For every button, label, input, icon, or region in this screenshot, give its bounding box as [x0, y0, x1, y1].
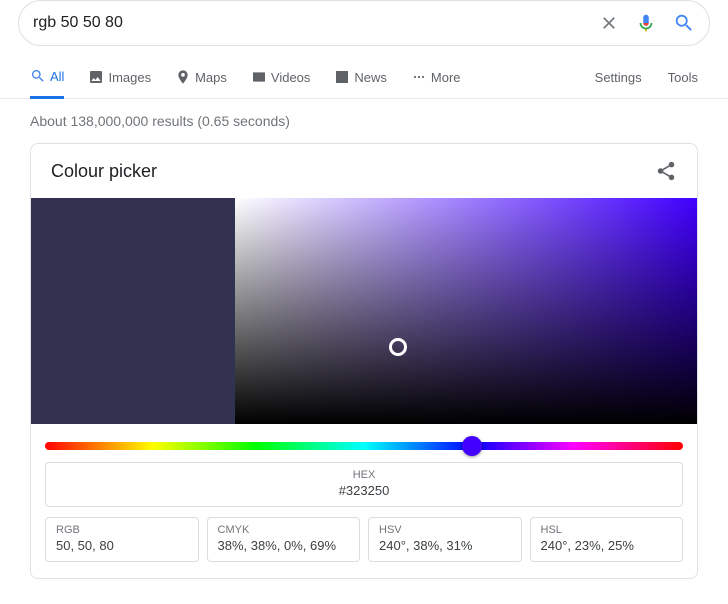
hsv-label: HSV	[379, 524, 511, 536]
images-icon	[88, 69, 104, 85]
settings-link[interactable]: Settings	[595, 70, 642, 85]
tab-more-label: More	[431, 70, 461, 85]
tabs-right: Settings Tools	[595, 70, 698, 97]
hsv-box[interactable]: HSV 240°, 38%, 31%	[368, 517, 522, 562]
tab-news-label: News	[354, 70, 387, 85]
tools-link[interactable]: Tools	[668, 70, 698, 85]
tab-all-label: All	[50, 69, 64, 84]
card-header: Colour picker	[31, 144, 697, 198]
hsl-box[interactable]: HSL 240°, 23%, 25%	[530, 517, 684, 562]
hsl-label: HSL	[541, 524, 673, 536]
voice-search-icon[interactable]	[635, 12, 657, 34]
news-icon	[334, 69, 350, 85]
hex-value: #323250	[46, 483, 682, 498]
hsv-value: 240°, 38%, 31%	[379, 538, 511, 553]
videos-icon	[251, 69, 267, 85]
rgb-box[interactable]: RGB 50, 50, 80	[45, 517, 199, 562]
colour-swatch	[31, 198, 235, 424]
share-icon[interactable]	[655, 160, 677, 182]
tab-videos[interactable]: Videos	[251, 68, 311, 98]
cmyk-box[interactable]: CMYK 38%, 38%, 0%, 69%	[207, 517, 361, 562]
cmyk-value: 38%, 38%, 0%, 69%	[218, 538, 350, 553]
picker-area	[31, 198, 697, 424]
search-bar	[18, 0, 710, 46]
tab-all[interactable]: All	[30, 68, 64, 99]
search-icon[interactable]	[673, 12, 695, 34]
tabs-row: All Images Maps Videos News More Setting…	[0, 68, 728, 99]
picker-cursor[interactable]	[389, 338, 407, 356]
hex-row: HEX #323250	[31, 462, 697, 507]
tab-images-label: Images	[108, 70, 151, 85]
search-input[interactable]	[33, 14, 599, 32]
rgb-value: 50, 50, 80	[56, 538, 188, 553]
tab-maps-label: Maps	[195, 70, 227, 85]
tab-news[interactable]: News	[334, 68, 387, 98]
hsl-value: 240°, 23%, 25%	[541, 538, 673, 553]
tabs-left: All Images Maps Videos News More	[30, 68, 461, 98]
more-icon	[411, 69, 427, 85]
tab-images[interactable]: Images	[88, 68, 151, 98]
hue-row	[31, 424, 697, 462]
values-row: RGB 50, 50, 80 CMYK 38%, 38%, 0%, 69% HS…	[31, 517, 697, 578]
hex-box[interactable]: HEX #323250	[45, 462, 683, 507]
maps-icon	[175, 69, 191, 85]
tab-maps[interactable]: Maps	[175, 68, 227, 98]
search-small-icon	[30, 68, 46, 84]
hue-thumb[interactable]	[462, 436, 482, 456]
tab-videos-label: Videos	[271, 70, 311, 85]
card-title: Colour picker	[51, 161, 157, 182]
hue-slider[interactable]	[45, 442, 683, 450]
hex-label: HEX	[46, 469, 682, 481]
saturation-value-area[interactable]	[235, 198, 697, 424]
search-icons	[599, 12, 695, 34]
clear-icon[interactable]	[599, 13, 619, 33]
rgb-label: RGB	[56, 524, 188, 536]
cmyk-label: CMYK	[218, 524, 350, 536]
black-gradient	[235, 198, 697, 424]
tab-more[interactable]: More	[411, 68, 461, 98]
result-stats: About 138,000,000 results (0.65 seconds)	[0, 99, 728, 143]
colour-picker-card: Colour picker HEX #323250 RGB 50, 50, 80…	[30, 143, 698, 579]
